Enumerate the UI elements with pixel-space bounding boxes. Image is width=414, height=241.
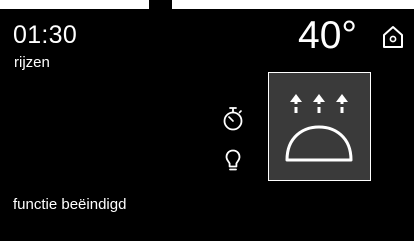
timer-readout[interactable]: 01:30	[13, 23, 77, 48]
proofing-function-icon	[285, 94, 353, 162]
light-button[interactable]	[225, 149, 241, 172]
stopwatch-icon	[223, 107, 243, 131]
top-notch	[149, 0, 172, 9]
function-tile[interactable]	[268, 72, 371, 181]
status-message: functie beëindigd	[13, 196, 127, 213]
timer-button[interactable]	[222, 106, 244, 132]
temperature-readout[interactable]: 40°	[298, 16, 357, 55]
program-name: rijzen	[14, 54, 50, 71]
light-bulb-icon	[225, 149, 241, 171]
oven-display: 01:30 rijzen 40° functie beëindigd	[0, 9, 414, 241]
home-button[interactable]	[381, 24, 405, 50]
home-icon	[383, 26, 403, 48]
